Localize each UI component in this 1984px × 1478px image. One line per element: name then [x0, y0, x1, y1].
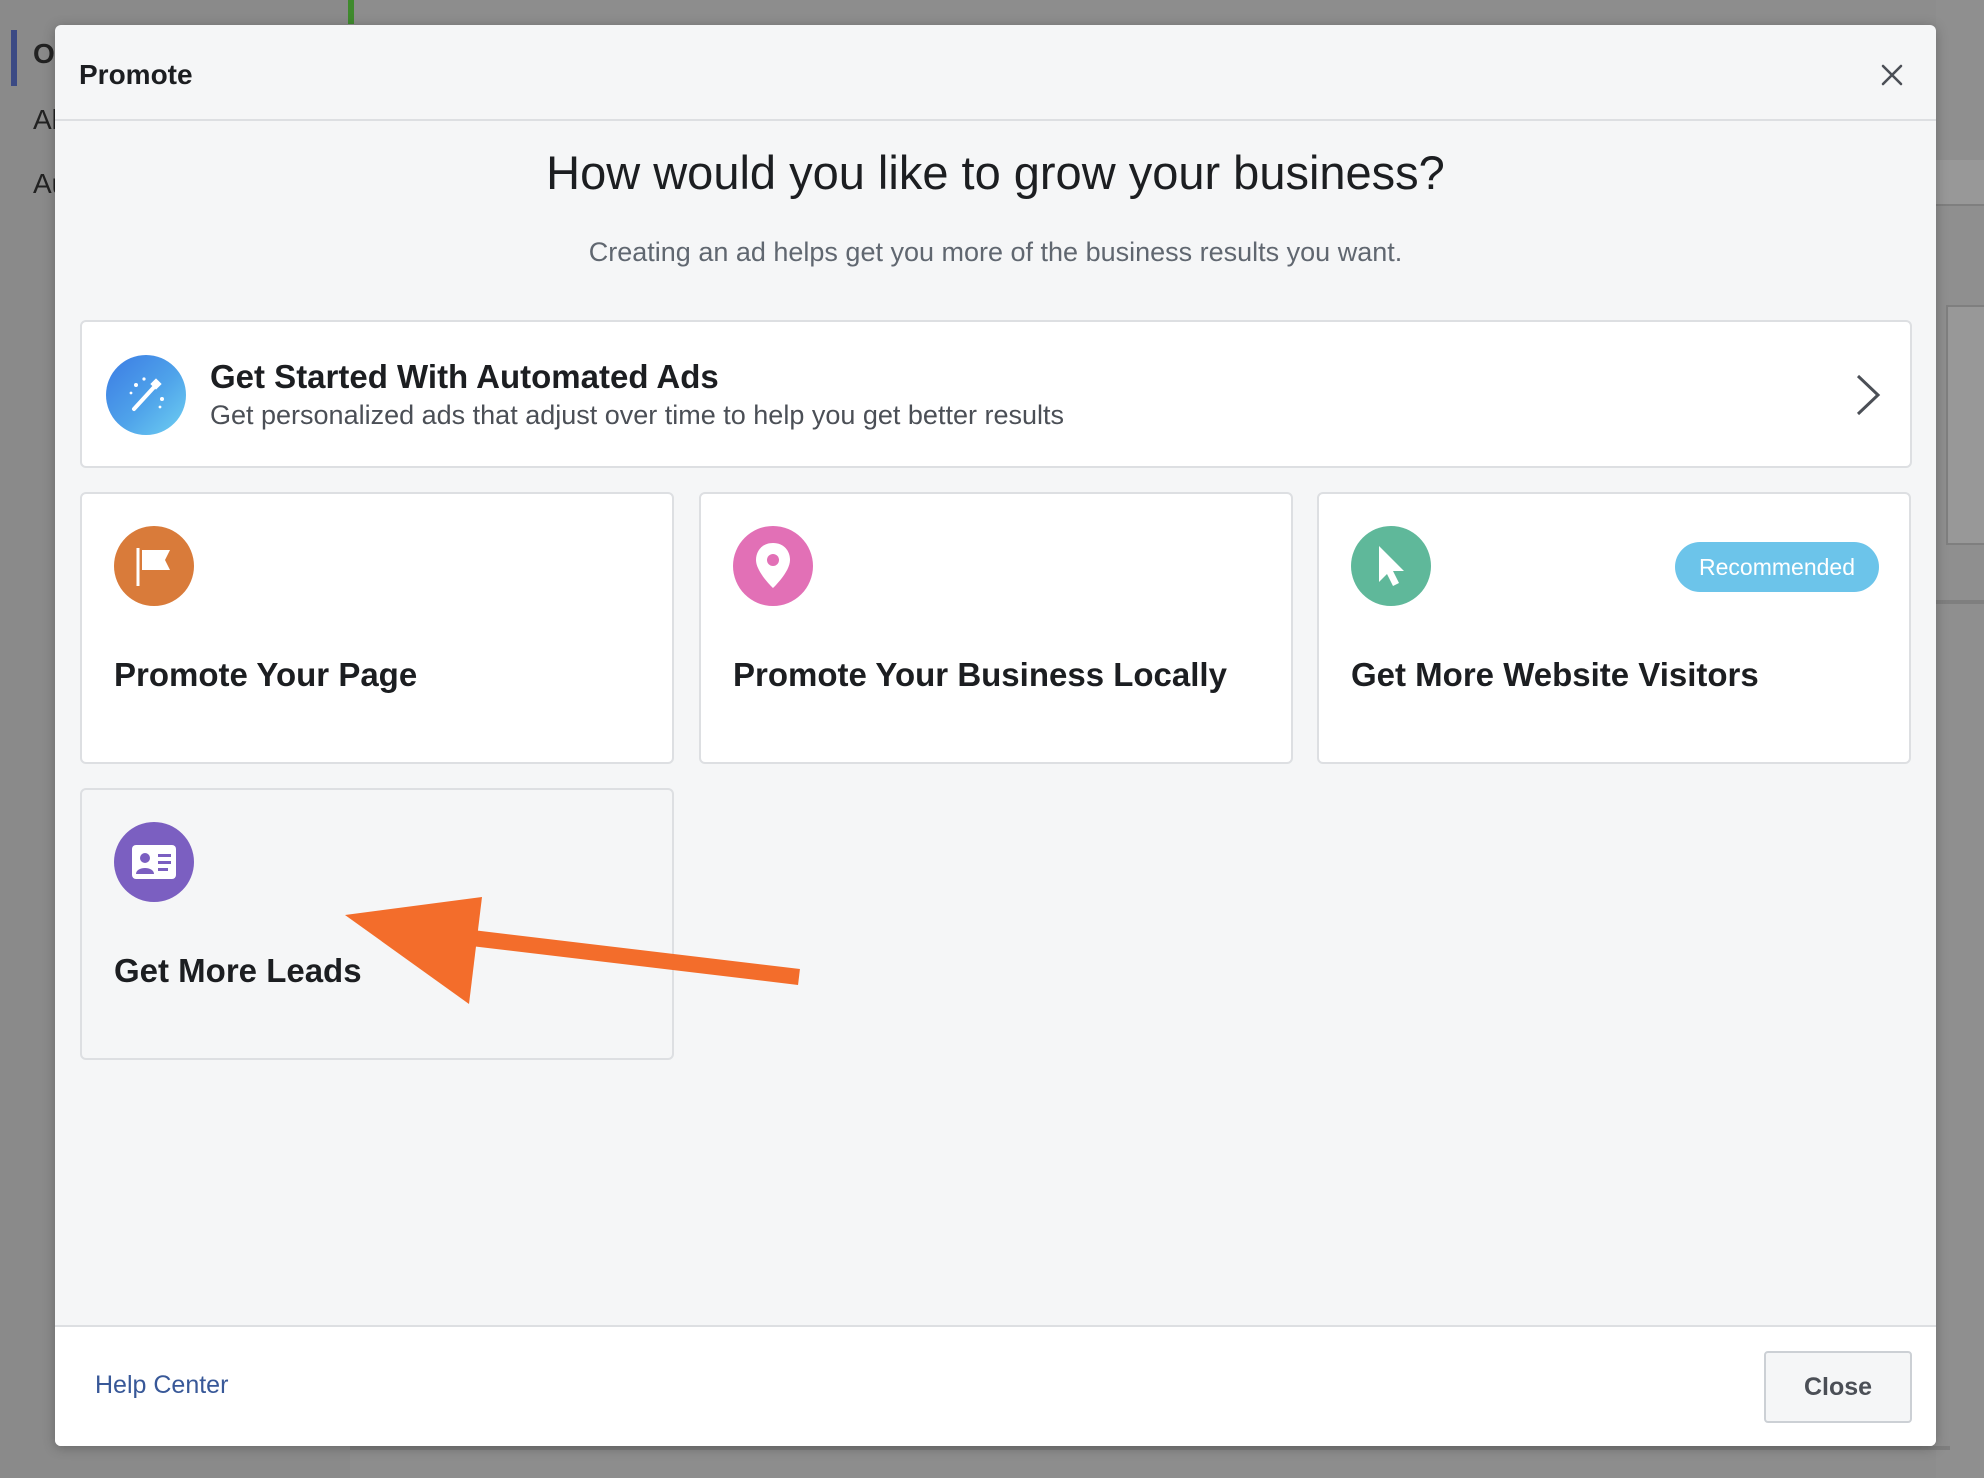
- more-leads-card[interactable]: Get More Leads: [80, 788, 674, 1060]
- magic-wand-icon: [106, 355, 186, 435]
- promote-locally-card[interactable]: Promote Your Business Locally: [699, 492, 1293, 764]
- background-bottom-edge: [350, 1446, 1950, 1450]
- page-heading: How would you like to grow your business…: [546, 146, 1445, 199]
- help-center-link[interactable]: Help Center: [95, 1371, 228, 1400]
- promote-modal: Promote How would you like to grow your …: [55, 25, 1936, 1446]
- promote-page-label: Promote Your Page: [114, 656, 418, 693]
- background-divider: [348, 0, 354, 24]
- modal-footer: Help Center Close: [55, 1325, 1936, 1446]
- modal-title: Promote: [79, 59, 193, 90]
- close-button[interactable]: Close: [1764, 1351, 1912, 1423]
- chevron-right-icon: [1856, 374, 1881, 416]
- flag-icon: [114, 526, 194, 606]
- cursor-icon: [1351, 526, 1431, 606]
- contact-card-icon: [114, 822, 194, 902]
- automated-ads-title: Get Started With Automated Ads: [210, 358, 719, 395]
- recommended-badge: Recommended: [1675, 542, 1879, 592]
- location-pin-icon: [733, 526, 813, 606]
- more-leads-label: Get More Leads: [114, 952, 362, 989]
- automated-ads-card[interactable]: Get Started With Automated Ads Get perso…: [80, 320, 1912, 468]
- promote-locally-label: Promote Your Business Locally: [733, 656, 1227, 693]
- sidebar-active-indicator: [11, 30, 17, 86]
- sidebar-item-0[interactable]: O: [33, 38, 55, 70]
- website-visitors-label: Get More Website Visitors: [1351, 656, 1759, 693]
- background-right-panel: [1936, 0, 1984, 1478]
- website-visitors-card[interactable]: Recommended Get More Website Visitors: [1317, 492, 1911, 764]
- promote-page-card[interactable]: Promote Your Page: [80, 492, 674, 764]
- close-icon[interactable]: [1872, 55, 1912, 95]
- automated-ads-description: Get personalized ads that adjust over ti…: [210, 400, 1064, 430]
- page-subheading: Creating an ad helps get you more of the…: [588, 237, 1403, 267]
- modal-header: Promote: [55, 25, 1936, 121]
